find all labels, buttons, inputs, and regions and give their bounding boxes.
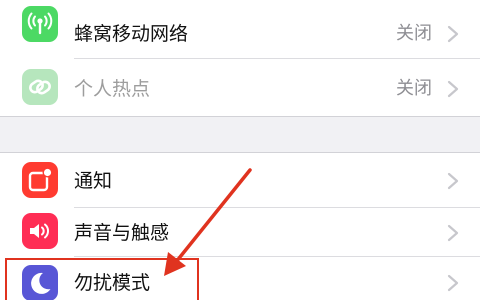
hotspot-value: 关闭 — [396, 78, 432, 99]
notifications-label: 通知 — [74, 170, 113, 192]
settings-screen: 蜂窝移动网络 关闭 个人热点 关闭 通知 声音与触感 勿扰模式 — [0, 0, 480, 300]
speaker-icon — [22, 213, 58, 249]
group-bottom-edge — [0, 116, 480, 117]
row-dnd[interactable]: 勿扰模式 — [0, 257, 480, 300]
dnd-label: 勿扰模式 — [74, 272, 151, 294]
link-icon — [22, 69, 58, 105]
cellular-label: 蜂窝移动网络 — [74, 23, 189, 45]
row-cellular[interactable]: 蜂窝移动网络 关闭 — [0, 0, 480, 58]
notification-icon — [22, 162, 58, 198]
chevron-right-icon — [447, 25, 459, 43]
chevron-right-icon — [447, 274, 459, 292]
sounds-label: 声音与触感 — [74, 222, 170, 244]
hotspot-label: 个人热点 — [74, 78, 151, 100]
moon-icon — [22, 265, 58, 300]
row-notifications[interactable]: 通知 — [0, 153, 480, 211]
cellular-value: 关闭 — [396, 23, 432, 44]
chevron-right-icon — [447, 80, 459, 98]
antenna-icon — [22, 6, 58, 42]
notification-group: 通知 声音与触感 勿扰模式 — [0, 153, 480, 300]
row-hotspot[interactable]: 个人热点 关闭 — [0, 59, 480, 117]
chevron-right-icon — [447, 224, 459, 242]
chevron-right-icon — [447, 172, 459, 190]
network-group: 蜂窝移动网络 关闭 个人热点 关闭 — [0, 0, 480, 116]
